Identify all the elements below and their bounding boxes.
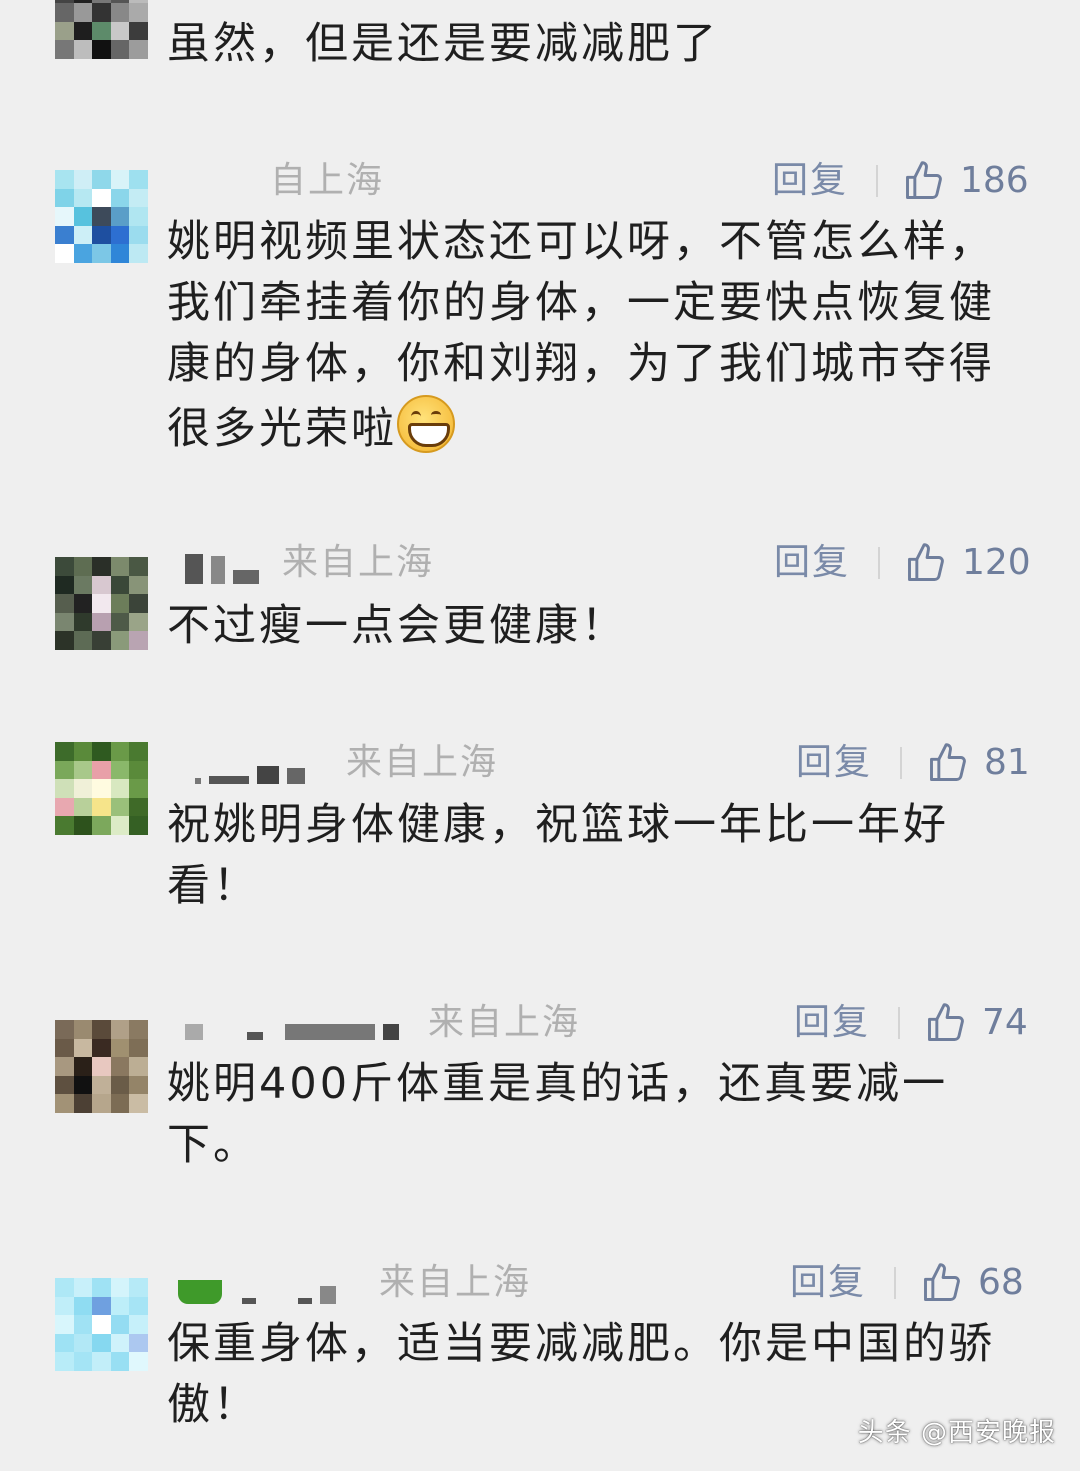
user-avatar[interactable]	[55, 557, 148, 650]
comment-origin: 来自上海	[282, 542, 435, 583]
comment-origin: 来自上海	[428, 1002, 581, 1043]
divider	[894, 1267, 896, 1299]
username-blurred	[195, 762, 305, 784]
watermark: 头条 @西安晚报	[857, 1418, 1056, 1448]
username-blurred	[185, 1018, 399, 1040]
user-avatar[interactable]	[55, 170, 148, 263]
comment-text-body: 姚明视频里状态还可以呀，不管怎么样，我们牵挂着你的身体，一定要快点恢复健康的身体…	[167, 217, 995, 454]
username-blurred	[185, 554, 259, 584]
like-button[interactable]: 81	[926, 741, 1030, 785]
comment-text: 虽然，但是还是要减减肥了	[167, 19, 719, 69]
like-count: 81	[984, 742, 1030, 783]
like-count: 120	[962, 542, 1031, 583]
comment-text: 祝姚明身体健康，祝篮球一年比一年好看！	[167, 800, 949, 911]
username-blurred	[178, 1280, 336, 1304]
like-button[interactable]: 68	[920, 1261, 1024, 1305]
comment-origin: 来自上海	[346, 742, 499, 783]
reply-button[interactable]: 回复	[790, 1261, 866, 1305]
like-button[interactable]: 74	[924, 1001, 1028, 1045]
divider	[900, 747, 902, 779]
like-count: 68	[978, 1262, 1024, 1303]
comment-feed: 虽然，但是还是要减减肥了 自上海 回复 186 姚明视频里状态还可以呀，不管怎么…	[0, 0, 1080, 1471]
like-count: 74	[982, 1002, 1028, 1043]
thumbs-up-icon	[908, 543, 944, 581]
user-avatar[interactable]	[55, 1278, 148, 1371]
like-button[interactable]: 186	[902, 159, 1029, 203]
comment-origin: 来自上海	[379, 1262, 532, 1303]
thumbs-up-icon	[928, 1003, 964, 1041]
reply-button[interactable]: 回复	[796, 741, 872, 785]
comment-text: 不过瘦一点会更健康！	[167, 601, 627, 651]
divider	[878, 547, 880, 579]
user-avatar[interactable]	[55, 742, 148, 835]
comment-text: 姚明视频里状态还可以呀，不管怎么样，我们牵挂着你的身体，一定要快点恢复健康的身体…	[167, 212, 1027, 460]
thumbs-up-icon	[924, 1263, 960, 1301]
divider	[898, 1007, 900, 1039]
comment-origin: 自上海	[270, 160, 385, 201]
user-avatar[interactable]	[55, 0, 148, 59]
reply-button[interactable]: 回复	[774, 541, 850, 585]
like-button[interactable]: 120	[904, 541, 1031, 585]
user-avatar[interactable]	[55, 1020, 148, 1113]
comment-text: 姚明400斤体重是真的话，还真要减一下。	[167, 1059, 949, 1170]
grinning-face-emoji	[397, 395, 455, 453]
divider	[876, 165, 878, 197]
like-count: 186	[960, 160, 1029, 201]
reply-button[interactable]: 回复	[794, 1001, 870, 1045]
thumbs-up-icon	[930, 743, 966, 781]
reply-button[interactable]: 回复	[772, 159, 848, 203]
thumbs-up-icon	[906, 161, 942, 199]
